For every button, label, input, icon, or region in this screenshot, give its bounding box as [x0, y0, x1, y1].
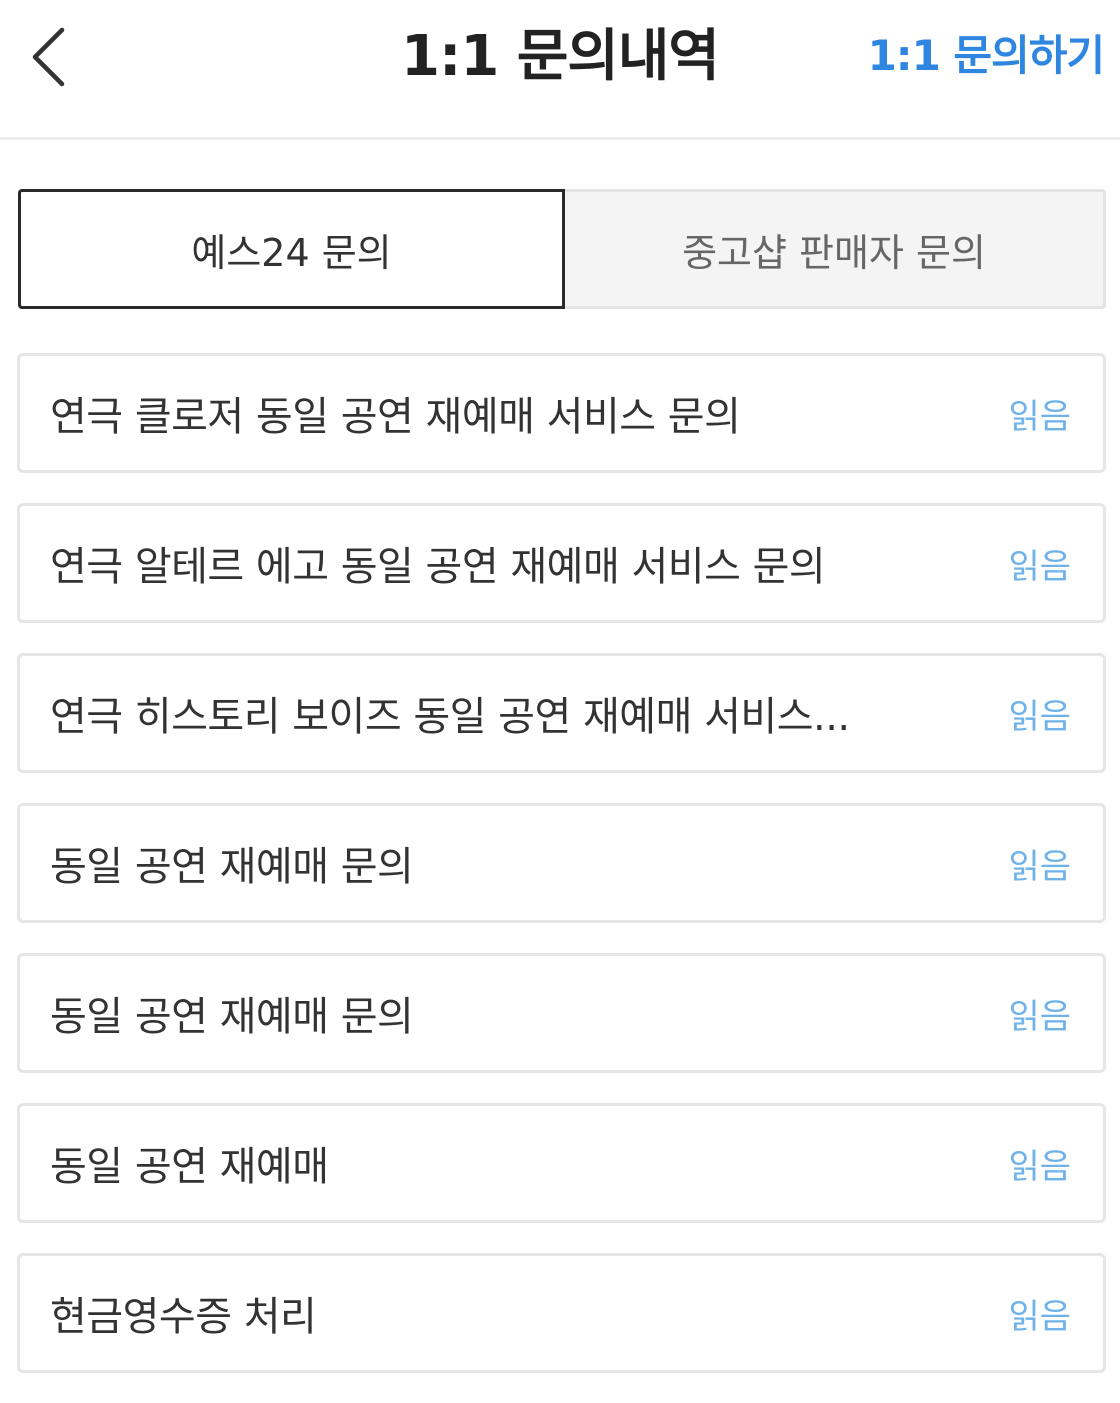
inquiry-type-tabs: 예스24 문의 중고샵 판매자 문의 [18, 189, 1106, 309]
read-status-badge: 읽음 [1008, 546, 1071, 587]
inquiry-list: 연극 클로저 동일 공연 재예매 서비스 문의 읽음 연극 알테르 에고 동일 … [17, 353, 1106, 1403]
top-app-bar: 1:1 문의내역 1:1 문의하기 [0, 0, 1120, 140]
inquiry-list-item[interactable]: 동일 공연 재예매 문의 읽음 [17, 953, 1106, 1073]
inquiry-list-item[interactable]: 동일 공연 재예매 문의 읽음 [17, 803, 1106, 923]
inquiry-title: 동일 공연 재예매 문의 [50, 844, 414, 890]
inquiry-title: 연극 히스토리 보이즈 동일 공연 재예매 서비스... [50, 694, 850, 740]
inquiry-list-item[interactable]: 동일 공연 재예매 읽음 [17, 1103, 1106, 1223]
inquiry-list-item[interactable]: 연극 클로저 동일 공연 재예매 서비스 문의 읽음 [17, 353, 1106, 473]
inquiry-title: 연극 클로저 동일 공연 재예매 서비스 문의 [50, 394, 741, 440]
new-inquiry-button[interactable]: 1:1 문의하기 [868, 28, 1105, 84]
tab-used-shop-seller-inquiry[interactable]: 중고샵 판매자 문의 [565, 189, 1106, 309]
inquiry-list-item[interactable]: 연극 알테르 에고 동일 공연 재예매 서비스 문의 읽음 [17, 503, 1106, 623]
read-status-badge: 읽음 [1008, 1146, 1071, 1187]
read-status-badge: 읽음 [1008, 396, 1071, 437]
inquiry-title: 동일 공연 재예매 [50, 1144, 329, 1190]
read-status-badge: 읽음 [1008, 996, 1071, 1037]
read-status-badge: 읽음 [1008, 846, 1071, 887]
inquiry-title: 동일 공연 재예매 문의 [50, 994, 414, 1040]
read-status-badge: 읽음 [1008, 1296, 1071, 1337]
inquiry-list-item[interactable]: 연극 히스토리 보이즈 동일 공연 재예매 서비스... 읽음 [17, 653, 1106, 773]
inquiry-title: 현금영수증 처리 [50, 1294, 317, 1340]
tab-yes24-inquiry[interactable]: 예스24 문의 [18, 189, 565, 309]
read-status-badge: 읽음 [1008, 696, 1071, 737]
inquiry-title: 연극 알테르 에고 동일 공연 재예매 서비스 문의 [50, 544, 826, 590]
inquiry-list-item[interactable]: 현금영수증 처리 읽음 [17, 1253, 1106, 1373]
